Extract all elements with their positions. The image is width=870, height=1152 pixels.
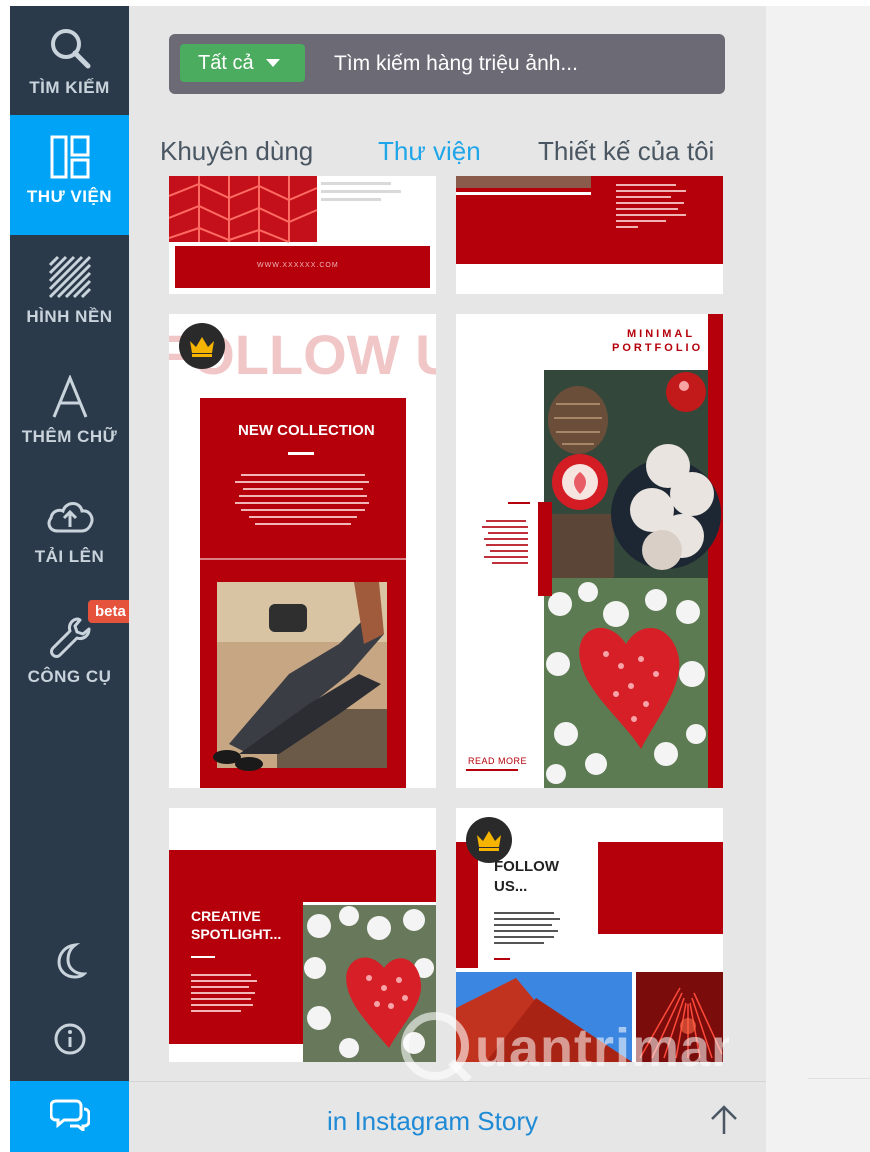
card-url-text: WWW.XXXXXX.COM — [257, 262, 339, 269]
upload-icon — [10, 493, 129, 541]
chat-icon — [49, 1097, 90, 1136]
template-card[interactable]: WWW.XXXXXX.COM — [169, 176, 436, 294]
sidebar-item-label: CÔNG CỤ — [27, 667, 112, 686]
app-window: TÌM KIẾM THƯ VIỆN HÌNH NỀN THÊM CHỮ TẢI … — [0, 0, 870, 1152]
card-title-line1: MINIMAL — [627, 328, 696, 340]
template-grid: WWW.XXXXXX.COM FOLLOW US — [129, 176, 766, 1062]
tab-my-designs[interactable]: Thiết kế của tôi — [538, 136, 714, 167]
template-card[interactable]: FOLLOW US — [169, 314, 436, 788]
template-thumbnail — [456, 176, 723, 264]
sidebar-item-label: THÊM CHỮ — [21, 427, 118, 446]
tab-library[interactable]: Thư viện — [378, 136, 481, 167]
svg-text:uantrimang: uantrimang — [475, 1018, 729, 1078]
tab-recommended[interactable]: Khuyên dùng — [160, 136, 313, 167]
search-icon — [10, 24, 129, 72]
card-title: NEW COLLECTION — [238, 422, 375, 439]
filter-dropdown[interactable]: Tất cả — [180, 44, 305, 82]
moon-icon[interactable] — [10, 936, 129, 986]
read-more-link: READ MORE — [468, 756, 528, 766]
bottom-bar: in Instagram Story — [129, 1081, 766, 1152]
card-title-line1: FOLLOW — [494, 858, 559, 875]
text-icon — [10, 373, 129, 421]
instagram-story-link[interactable]: in Instagram Story — [327, 1106, 538, 1137]
template-thumbnail — [200, 398, 406, 788]
card-title-line2: US... — [494, 878, 528, 895]
search-bar: Tất cả — [169, 34, 725, 94]
info-icon[interactable] — [10, 1014, 129, 1064]
sidebar-item-label: THƯ VIỆN — [26, 187, 113, 206]
filter-label: Tất cả — [198, 51, 254, 74]
sidebar-item-upload[interactable]: TẢI LÊN — [10, 475, 129, 595]
card-title-line2: SPOTLIGHT... — [191, 926, 282, 942]
divider — [808, 1078, 870, 1079]
search-input[interactable] — [334, 48, 714, 80]
sidebar-item-search[interactable]: TÌM KIẾM — [10, 6, 129, 126]
sidebar: TÌM KIẾM THƯ VIỆN HÌNH NỀN THÊM CHỮ TẢI … — [10, 6, 133, 1152]
tab-bar: Khuyên dùng Thư viện Thiết kế của tôi — [129, 136, 766, 176]
sidebar-item-add-text[interactable]: THÊM CHỮ — [10, 355, 129, 475]
sidebar-item-label: HÌNH NỀN — [26, 307, 113, 326]
sidebar-item-background[interactable]: HÌNH NỀN — [10, 235, 129, 355]
template-card[interactable] — [456, 176, 723, 294]
chat-button[interactable] — [10, 1081, 129, 1152]
chevron-down-icon — [265, 59, 280, 67]
sidebar-item-library[interactable]: THƯ VIỆN — [10, 115, 129, 235]
background-icon — [10, 253, 129, 301]
template-thumbnail — [466, 314, 723, 788]
sidebar-item-label: TẢI LÊN — [34, 547, 105, 566]
card-title-line2: PORTFOLIO — [612, 342, 704, 354]
watermark-logo: uantrimang — [401, 1012, 778, 1083]
premium-crown-icon — [466, 817, 512, 863]
template-card[interactable]: MINIMAL PORTFOLIO READ MORE — [456, 314, 723, 788]
sidebar-item-label: TÌM KIẾM — [29, 78, 110, 97]
library-panel: Tất cả Khuyên dùng Thư viện Thiết kế của… — [129, 6, 788, 1152]
template-thumbnail — [169, 176, 430, 288]
beta-badge: beta — [88, 600, 133, 623]
arrow-up-icon[interactable] — [707, 1102, 741, 1141]
card-title-line1: CREATIVE — [191, 908, 261, 924]
canvas-area — [766, 6, 870, 1152]
library-icon — [10, 133, 129, 181]
template-card[interactable]: CREATIVE SPOTLIGHT... — [169, 808, 436, 1062]
premium-crown-icon — [179, 323, 225, 369]
